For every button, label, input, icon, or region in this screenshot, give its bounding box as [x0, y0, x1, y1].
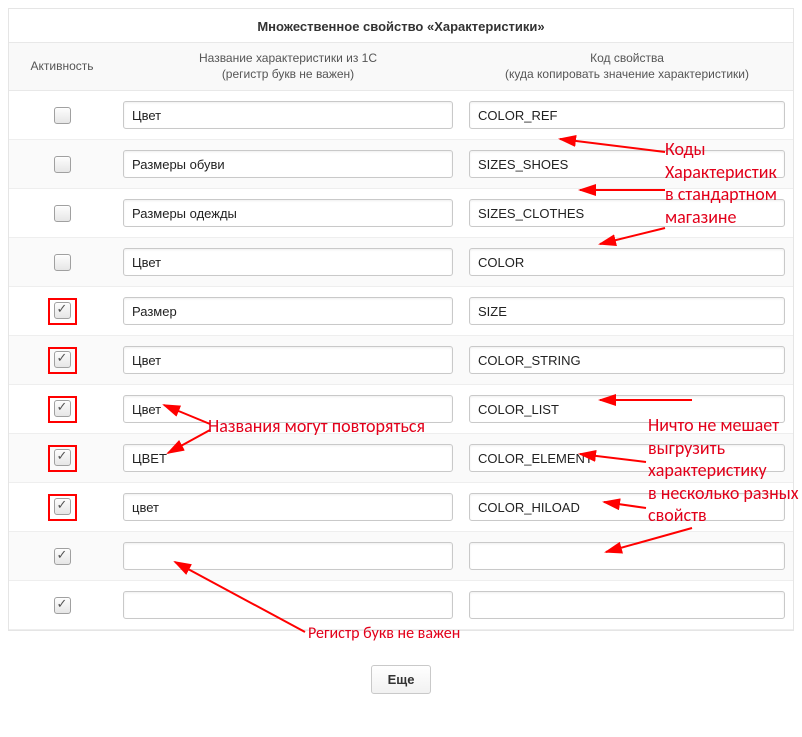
cell-code	[461, 483, 793, 532]
name-input[interactable]	[123, 395, 453, 423]
cell-active	[9, 336, 115, 385]
col-header-active: Активность	[9, 43, 115, 91]
cell-name	[115, 91, 461, 140]
more-row: Еще	[8, 651, 794, 694]
table-row	[9, 238, 793, 287]
cell-active	[9, 434, 115, 483]
cell-name	[115, 532, 461, 581]
table-row	[9, 532, 793, 581]
table-row	[9, 336, 793, 385]
code-input[interactable]	[469, 248, 785, 276]
table-row	[9, 434, 793, 483]
cell-code	[461, 287, 793, 336]
active-checkbox[interactable]	[54, 449, 71, 466]
cell-code	[461, 238, 793, 287]
checkbox-wrap	[48, 298, 77, 325]
table-row	[9, 581, 793, 630]
checkbox-wrap	[48, 347, 77, 374]
active-checkbox[interactable]	[54, 498, 71, 515]
checkbox-wrap	[50, 152, 75, 177]
active-checkbox[interactable]	[54, 400, 71, 417]
cell-name	[115, 238, 461, 287]
cell-code	[461, 91, 793, 140]
code-input[interactable]	[469, 150, 785, 178]
code-input[interactable]	[469, 101, 785, 129]
active-checkbox[interactable]	[54, 205, 71, 222]
name-input[interactable]	[123, 444, 453, 472]
code-input[interactable]	[469, 199, 785, 227]
cell-name	[115, 287, 461, 336]
cell-active	[9, 581, 115, 630]
cell-name	[115, 581, 461, 630]
name-input[interactable]	[123, 297, 453, 325]
name-input[interactable]	[123, 101, 453, 129]
checkbox-wrap	[48, 494, 77, 521]
code-input[interactable]	[469, 395, 785, 423]
name-input[interactable]	[123, 199, 453, 227]
name-input[interactable]	[123, 542, 453, 570]
active-checkbox[interactable]	[54, 156, 71, 173]
cell-name	[115, 385, 461, 434]
cell-name	[115, 189, 461, 238]
checkbox-wrap	[50, 250, 75, 275]
col-header-code: Код свойства (куда копировать значение х…	[461, 43, 793, 91]
checkbox-wrap	[50, 103, 75, 128]
col-header-name: Название характеристики из 1С (регистр б…	[115, 43, 461, 91]
more-button[interactable]: Еще	[371, 665, 432, 694]
cell-name	[115, 483, 461, 532]
table-row	[9, 189, 793, 238]
table-row	[9, 385, 793, 434]
cell-code	[461, 581, 793, 630]
cell-active	[9, 238, 115, 287]
code-input[interactable]	[469, 591, 785, 619]
checkbox-wrap	[50, 544, 75, 569]
characteristics-panel: Множественное свойство «Характеристики» …	[8, 8, 794, 631]
table-row	[9, 483, 793, 532]
cell-name	[115, 140, 461, 189]
checkbox-wrap	[48, 396, 77, 423]
characteristics-table: Активность Название характеристики из 1С…	[9, 42, 793, 630]
cell-code	[461, 336, 793, 385]
code-input[interactable]	[469, 542, 785, 570]
checkbox-wrap	[50, 201, 75, 226]
name-input[interactable]	[123, 591, 453, 619]
checkbox-wrap	[48, 445, 77, 472]
page-root: Множественное свойство «Характеристики» …	[0, 0, 802, 737]
name-input[interactable]	[123, 346, 453, 374]
active-checkbox[interactable]	[54, 254, 71, 271]
active-checkbox[interactable]	[54, 597, 71, 614]
code-input[interactable]	[469, 346, 785, 374]
name-input[interactable]	[123, 493, 453, 521]
cell-active	[9, 189, 115, 238]
cell-name	[115, 434, 461, 483]
table-row	[9, 91, 793, 140]
cell-code	[461, 189, 793, 238]
cell-active	[9, 385, 115, 434]
cell-code	[461, 434, 793, 483]
panel-title: Множественное свойство «Характеристики»	[9, 9, 793, 42]
code-input[interactable]	[469, 493, 785, 521]
active-checkbox[interactable]	[54, 351, 71, 368]
cell-code	[461, 385, 793, 434]
code-input[interactable]	[469, 297, 785, 325]
checkbox-wrap	[50, 593, 75, 618]
cell-active	[9, 532, 115, 581]
active-checkbox[interactable]	[54, 302, 71, 319]
active-checkbox[interactable]	[54, 107, 71, 124]
code-input[interactable]	[469, 444, 785, 472]
cell-code	[461, 532, 793, 581]
name-input[interactable]	[123, 248, 453, 276]
active-checkbox[interactable]	[54, 548, 71, 565]
cell-name	[115, 336, 461, 385]
name-input[interactable]	[123, 150, 453, 178]
cell-active	[9, 140, 115, 189]
table-row	[9, 140, 793, 189]
cell-code	[461, 140, 793, 189]
cell-active	[9, 483, 115, 532]
cell-active	[9, 287, 115, 336]
cell-active	[9, 91, 115, 140]
table-row	[9, 287, 793, 336]
